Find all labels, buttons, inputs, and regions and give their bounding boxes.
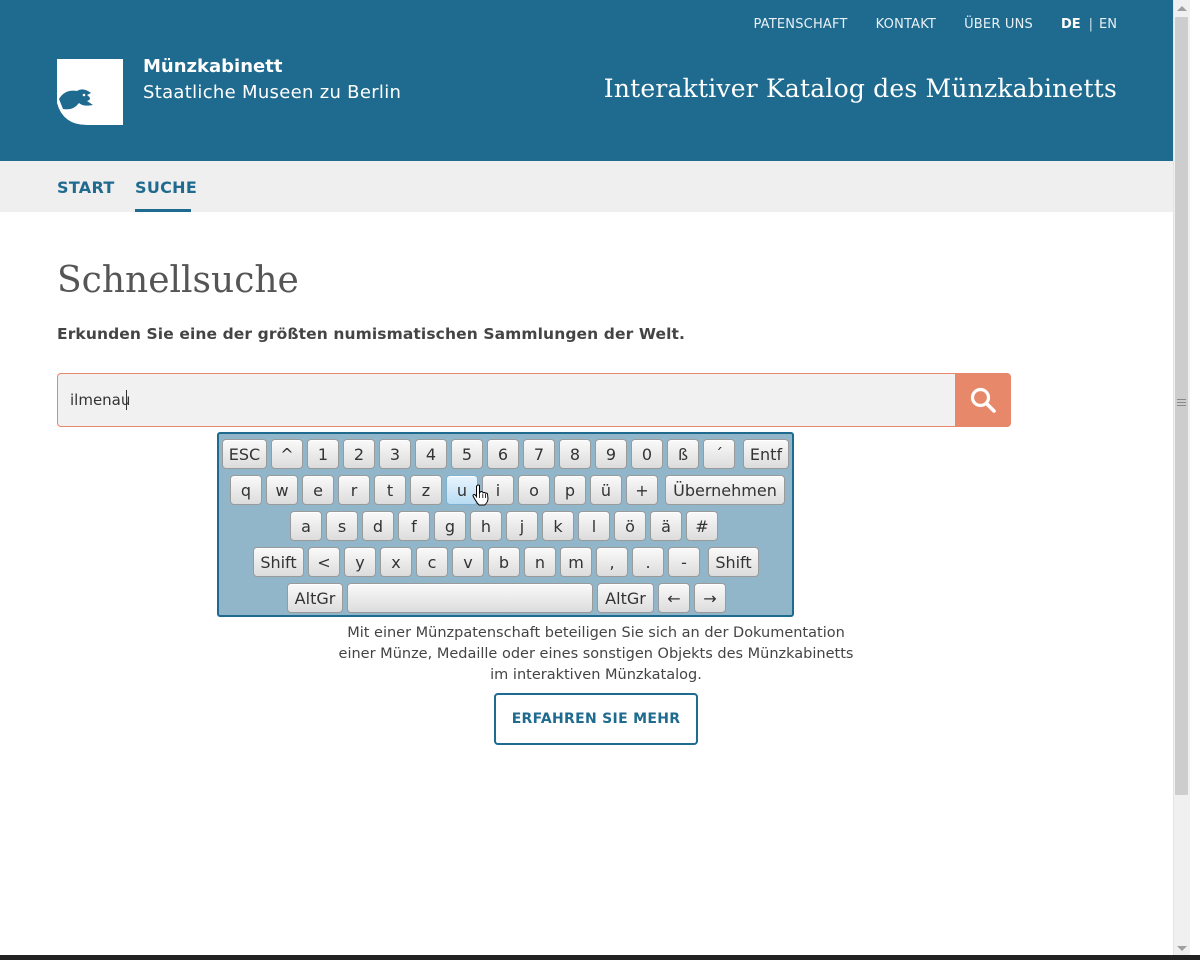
key-shift-left[interactable]: Shift <box>253 547 304 577</box>
key-x[interactable]: x <box>380 547 412 577</box>
eagle-logo-icon[interactable] <box>57 59 123 125</box>
key-entf[interactable]: Entf <box>743 439 789 469</box>
scroll-up-arrow-icon[interactable] <box>1177 6 1187 11</box>
top-navigation: PATENSCHAFT KONTAKT ÜBER UNS DE | EN <box>725 17 1117 32</box>
key-t[interactable]: t <box>374 475 406 505</box>
key-3[interactable]: 3 <box>379 439 411 469</box>
key-0[interactable]: 0 <box>631 439 663 469</box>
key-w[interactable]: w <box>266 475 298 505</box>
brand[interactable]: Münzkabinett Staatliche Museen zu Berlin <box>143 55 401 107</box>
key-o[interactable]: o <box>518 475 550 505</box>
key-a[interactable]: a <box>290 511 322 541</box>
key-period[interactable]: . <box>632 547 664 577</box>
key-arrow-right[interactable]: → <box>694 583 726 613</box>
search-icon <box>970 387 996 413</box>
key-altgr-left[interactable]: AltGr <box>287 583 343 613</box>
key-g[interactable]: g <box>434 511 466 541</box>
scroll-down-arrow-icon[interactable] <box>1177 946 1187 951</box>
key-p[interactable]: p <box>554 475 586 505</box>
key-z[interactable]: z <box>410 475 442 505</box>
site-header: PATENSCHAFT KONTAKT ÜBER UNS DE | EN Mün… <box>0 0 1173 161</box>
key-e[interactable]: e <box>302 475 334 505</box>
page-title: Schnellsuche <box>57 260 299 301</box>
key-n[interactable]: n <box>524 547 556 577</box>
key-9[interactable]: 9 <box>595 439 627 469</box>
key-y[interactable]: y <box>344 547 376 577</box>
lang-separator: | <box>1088 17 1094 32</box>
key-less-than[interactable]: < <box>308 547 340 577</box>
key-l[interactable]: l <box>578 511 610 541</box>
sponsorship-line-1: Mit einer Münzpatenschaft beteiligen Sie… <box>347 625 845 641</box>
key-q[interactable]: q <box>230 475 262 505</box>
key-7[interactable]: 7 <box>523 439 555 469</box>
key-shift-right[interactable]: Shift <box>708 547 759 577</box>
key-comma[interactable]: , <box>596 547 628 577</box>
key-ae[interactable]: ä <box>650 511 682 541</box>
key-acute[interactable]: ´ <box>703 439 735 469</box>
key-v[interactable]: v <box>452 547 484 577</box>
key-k[interactable]: k <box>542 511 574 541</box>
sponsorship-text: Mit einer Münzpatenschaft beteiligen Sie… <box>320 623 872 686</box>
key-c[interactable]: c <box>416 547 448 577</box>
window-edge <box>1190 0 1200 960</box>
search-button[interactable] <box>955 373 1011 427</box>
virtual-keyboard: ESC ^ 1 2 3 4 5 6 7 8 9 0 ß ´ Entf q w e r t z u i o p ü + Übernehm… <box>217 432 794 617</box>
scrollbar-grip-icon <box>1177 399 1186 408</box>
tab-start[interactable]: START <box>57 178 115 197</box>
key-hash[interactable]: # <box>686 511 718 541</box>
learn-more-button[interactable]: ERFAHREN SIE MEHR <box>494 693 698 745</box>
key-eszett[interactable]: ß <box>667 439 699 469</box>
key--bernehmen[interactable]: Übernehmen <box>665 475 785 505</box>
key-minus[interactable]: - <box>668 547 700 577</box>
intro-text: Erkunden Sie eine der größten numismatis… <box>57 325 685 343</box>
key-space[interactable] <box>347 583 593 613</box>
key-1[interactable]: 1 <box>307 439 339 469</box>
key-j[interactable]: j <box>506 511 538 541</box>
key-esc[interactable]: ESC <box>222 439 267 469</box>
active-tab-indicator <box>135 209 191 212</box>
tab-suche[interactable]: SUCHE <box>135 178 197 197</box>
language-switcher: DE | EN <box>1061 17 1117 32</box>
key-m[interactable]: m <box>560 547 592 577</box>
nav-link-patenschaft[interactable]: PATENSCHAFT <box>753 17 847 32</box>
key-b[interactable]: b <box>488 547 520 577</box>
key-5[interactable]: 5 <box>451 439 483 469</box>
key-d[interactable]: d <box>362 511 394 541</box>
search-input[interactable] <box>58 374 955 426</box>
key-h[interactable]: h <box>470 511 502 541</box>
nav-link-ueber-uns[interactable]: ÜBER UNS <box>964 17 1033 32</box>
nav-link-kontakt[interactable]: KONTAKT <box>876 17 936 32</box>
key-2[interactable]: 2 <box>343 439 375 469</box>
key-6[interactable]: 6 <box>487 439 519 469</box>
brand-name: Münzkabinett <box>143 56 283 77</box>
key-f[interactable]: f <box>398 511 430 541</box>
key-plus[interactable]: + <box>626 475 658 505</box>
brand-subtitle: Staatliche Museen zu Berlin <box>143 82 402 103</box>
lang-en-link[interactable]: EN <box>1099 17 1117 32</box>
text-caret <box>126 390 127 410</box>
key-oe[interactable]: ö <box>614 511 646 541</box>
window-bottom-edge <box>0 955 1200 960</box>
site-title: Interaktiver Katalog des Münzkabinetts <box>603 74 1117 103</box>
sponsorship-line-3: im interaktiven Münzkatalog. <box>490 667 702 683</box>
key-8[interactable]: 8 <box>559 439 591 469</box>
key-4[interactable]: 4 <box>415 439 447 469</box>
hand-pointer-cursor-icon <box>472 484 490 506</box>
main-navigation: START SUCHE <box>0 161 1173 212</box>
key-ue[interactable]: ü <box>590 475 622 505</box>
key-r[interactable]: r <box>338 475 370 505</box>
key-caret[interactable]: ^ <box>271 439 303 469</box>
key-arrow-left[interactable]: ← <box>658 583 690 613</box>
lang-de-link[interactable]: DE <box>1061 17 1081 32</box>
sponsorship-line-2: einer Münze, Medaille oder eines sonstig… <box>338 646 854 662</box>
key-altgr-right[interactable]: AltGr <box>597 583 654 613</box>
key-s[interactable]: s <box>326 511 358 541</box>
search-field-container <box>57 373 955 427</box>
